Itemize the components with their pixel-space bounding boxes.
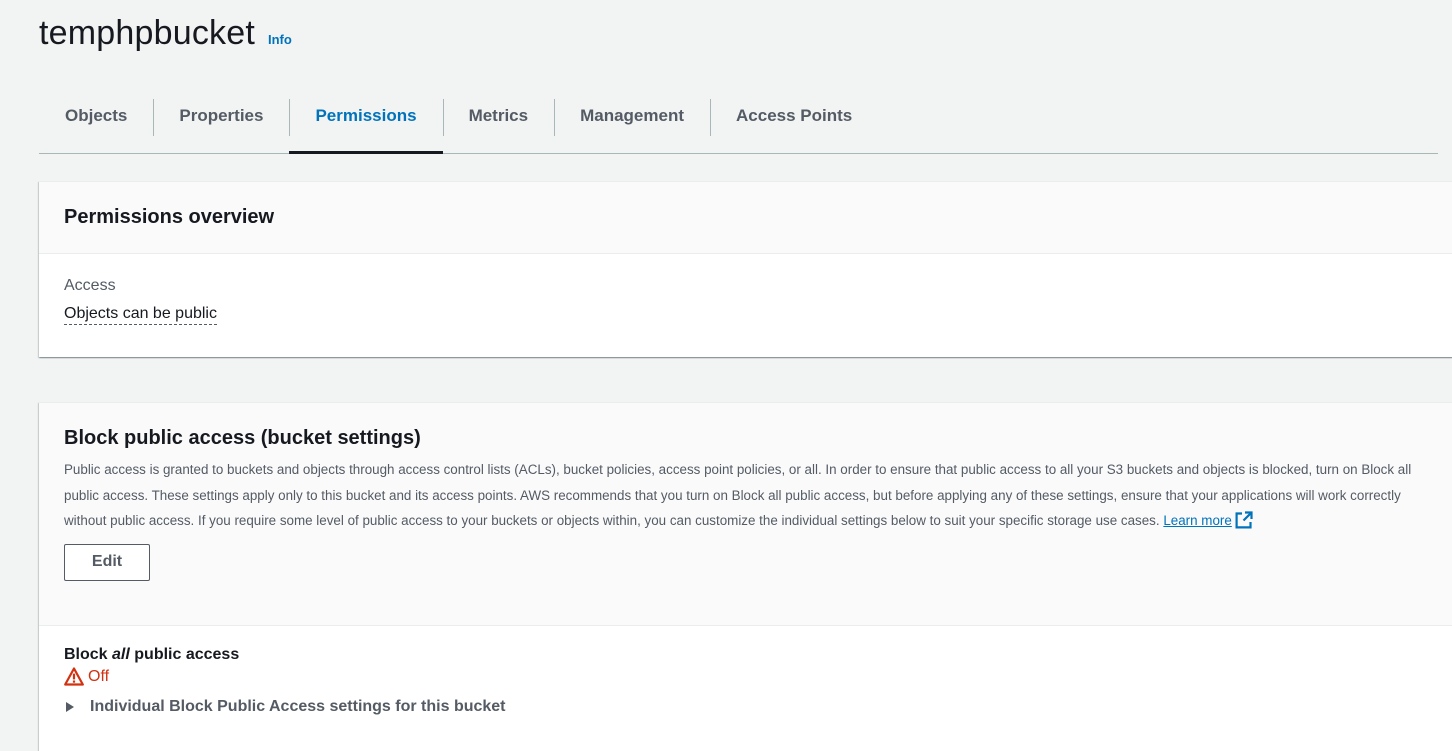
learn-more-link[interactable]: Learn more	[1163, 511, 1253, 529]
tab-label: Management	[580, 105, 685, 125]
tab-label: Properties	[179, 105, 264, 125]
setting-prefix: Block	[64, 646, 108, 663]
info-link[interactable]: Info	[268, 32, 292, 47]
expander-label: Individual Block Public Access settings …	[90, 698, 506, 715]
block-all-public-access-label: Block all public access	[64, 646, 1428, 664]
access-label: Access	[64, 277, 116, 294]
status-text: Off	[88, 667, 110, 685]
status-indicator: Off	[64, 667, 1428, 686]
tab-label: Metrics	[468, 105, 529, 125]
setting-emphasis: all	[112, 646, 130, 663]
learn-more-label: Learn more	[1163, 513, 1232, 528]
access-value[interactable]: Objects can be public	[64, 305, 217, 325]
tab-label: Objects	[65, 105, 128, 125]
tab-metrics[interactable]: Metrics	[442, 80, 555, 153]
external-link-icon	[1235, 511, 1253, 529]
panel-body: Access Objects can be public	[39, 254, 1452, 347]
individual-settings-expander[interactable]: Individual Block Public Access settings …	[64, 698, 1428, 716]
caret-right-icon	[66, 702, 74, 712]
panel-description: Public access is granted to buckets and …	[64, 457, 1414, 534]
tab-management[interactable]: Management	[554, 80, 710, 153]
tab-properties[interactable]: Properties	[153, 80, 289, 153]
tab-access-points[interactable]: Access Points	[710, 80, 878, 153]
page-title: temphpbucket	[39, 14, 255, 52]
warning-icon	[64, 667, 84, 686]
block-public-access-panel: Block public access (bucket settings) Pu…	[39, 402, 1452, 751]
panel-title: Permissions overview	[64, 206, 275, 228]
tab-permissions[interactable]: Permissions	[289, 80, 443, 154]
edit-button[interactable]: Edit	[64, 543, 150, 581]
page-header: temphpbucket Info	[39, 14, 292, 53]
page: temphpbucket Info Objects Properties Per…	[0, 0, 1452, 751]
panel-header: Permissions overview	[39, 182, 1452, 254]
tab-objects[interactable]: Objects	[39, 80, 153, 153]
tab-label: Permissions	[315, 105, 417, 125]
panel-header: Block public access (bucket settings) Pu…	[39, 403, 1452, 626]
panel-body: Block all public access Off Individual B…	[39, 626, 1452, 736]
setting-suffix: public access	[134, 646, 240, 663]
tab-label: Access Points	[736, 105, 853, 125]
tab-bar: Objects Properties Permissions Metrics M…	[39, 80, 1438, 154]
permissions-overview-panel: Permissions overview Access Objects can …	[39, 181, 1452, 357]
panel-title: Block public access (bucket settings)	[64, 427, 421, 449]
